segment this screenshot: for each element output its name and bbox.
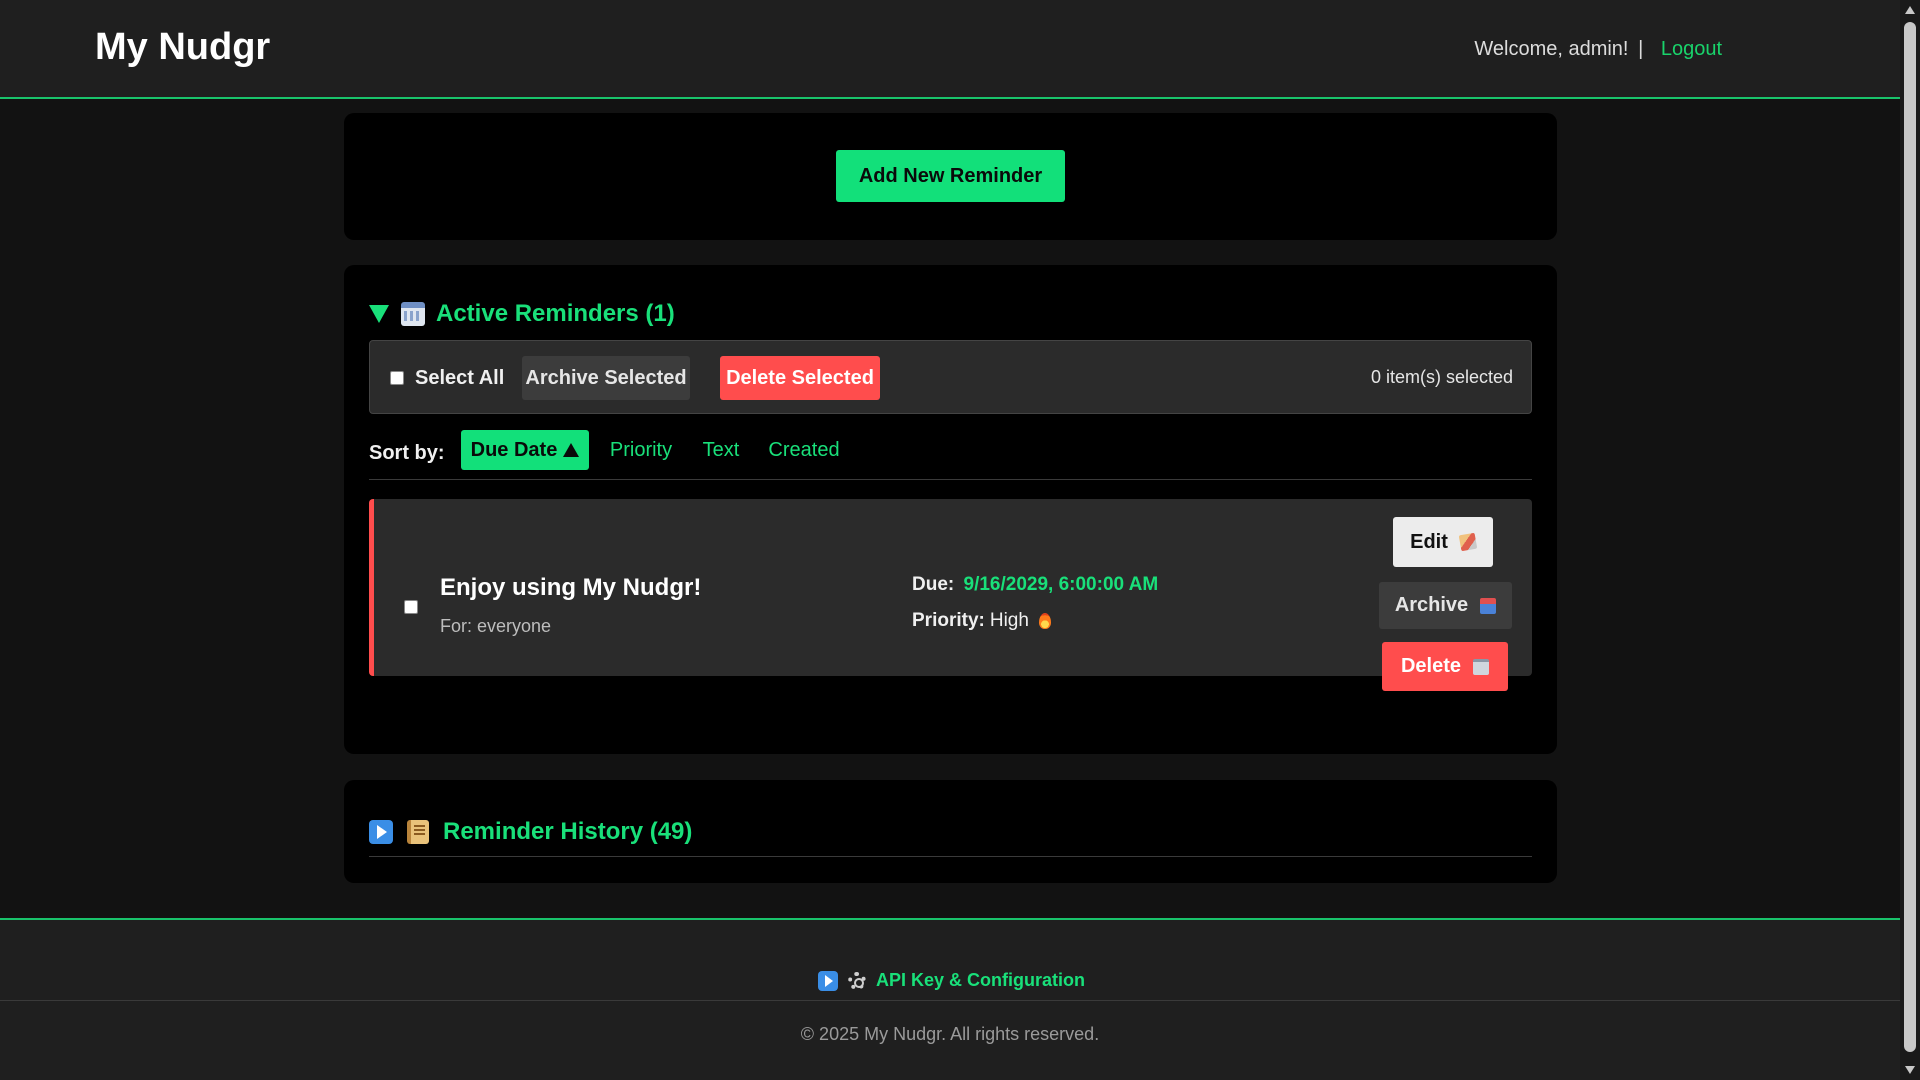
priority-label: Priority: [912, 610, 985, 631]
sort-ascending-icon [563, 443, 580, 457]
play-icon [818, 970, 838, 991]
fire-icon [1038, 613, 1051, 629]
archive-selected-button[interactable]: Archive Selected [522, 356, 690, 400]
archive-button-label: Archive [1394, 594, 1469, 616]
scroll-down-icon[interactable] [1905, 1066, 1915, 1074]
sort-due-date-button[interactable]: Due Date [461, 430, 589, 470]
brand-title: My Nudgr [95, 26, 271, 68]
select-all-checkbox[interactable] [390, 371, 404, 385]
outbox-icon [1480, 597, 1497, 614]
delete-selected-button[interactable]: Delete Selected [720, 356, 880, 400]
edit-button-label: Edit [1410, 530, 1448, 553]
bulk-actions-bar: Select All Archive Selected Delete Selec… [369, 340, 1532, 414]
reminder-checkbox[interactable] [404, 600, 418, 614]
sort-due-date-label: Due Date [470, 438, 558, 461]
active-reminders-title: Active Reminders (1) [436, 300, 675, 327]
history-divider [369, 856, 1532, 857]
welcome-separator: | [1638, 38, 1644, 60]
active-reminders-card: Active Reminders (1) Select All Archive … [344, 265, 1557, 754]
due-label: Due: [912, 574, 955, 595]
app-viewport: My Nudgr Welcome, admin! | Logout Add Ne… [0, 0, 1920, 1080]
top-header: My Nudgr Welcome, admin! | Logout [0, 0, 1900, 99]
footer: © 2025 My Nudgr. All rights reserved. [0, 1001, 1900, 1080]
delete-button-label: Delete [1400, 655, 1462, 677]
api-config-toggle[interactable]: API Key & Configuration [818, 970, 1085, 991]
pencil-icon [1458, 532, 1478, 552]
sort-label: Sort by: [369, 442, 445, 464]
edit-button[interactable]: Edit [1393, 517, 1493, 567]
caret-down-icon [369, 305, 389, 323]
active-reminders-toggle[interactable]: Active Reminders (1) [369, 300, 675, 328]
sort-created-button[interactable]: Created [761, 430, 847, 470]
reminder-priority: Priority: High [912, 610, 1051, 632]
sort-priority-button[interactable]: Priority [601, 430, 681, 470]
priority-value: High [989, 610, 1029, 631]
scrollbar-thumb[interactable] [1904, 22, 1916, 1052]
logout-link[interactable]: Logout [1661, 38, 1722, 60]
add-reminder-card: Add New Reminder [344, 113, 1557, 240]
delete-button[interactable]: Delete [1382, 642, 1508, 691]
selected-count-text: 0 item(s) selected [1370, 367, 1513, 387]
reminder-history-toggle[interactable]: Reminder History (49) [369, 818, 692, 846]
reminder-due: Due: 9/16/2029, 6:00:00 AM [912, 574, 1158, 596]
gear-icon [848, 971, 866, 990]
reminder-audience: For: everyone [440, 616, 552, 636]
welcome-text: Welcome, admin! [1474, 38, 1629, 60]
reminder-title: Enjoy using My Nudgr! [440, 574, 702, 601]
sort-text-button[interactable]: Text [695, 430, 747, 470]
trash-icon [1473, 658, 1490, 675]
copyright-text: © 2025 My Nudgr. All rights reserved. [800, 1024, 1100, 1044]
scroll-icon [407, 820, 429, 844]
archive-button[interactable]: Archive [1379, 582, 1512, 629]
add-new-reminder-button[interactable]: Add New Reminder [836, 150, 1065, 202]
sort-bar: Sort by: Due Date Priority Text Created [369, 430, 1532, 480]
api-config-label: API Key & Configuration [876, 970, 1086, 990]
vertical-scrollbar[interactable] [1900, 0, 1920, 1080]
due-value: 9/16/2029, 6:00:00 AM [963, 574, 1159, 595]
footer-config-area: API Key & Configuration [0, 918, 1900, 1001]
welcome-area: Welcome, admin! | Logout [1474, 38, 1722, 61]
reminder-history-card: Reminder History (49) [344, 780, 1557, 883]
scroll-up-icon[interactable] [1905, 6, 1915, 14]
select-all-label[interactable]: Select All [415, 367, 504, 390]
play-icon [369, 820, 393, 844]
calendar-icon [401, 302, 425, 326]
reminder-history-title: Reminder History (49) [443, 818, 693, 845]
reminder-item: Enjoy using My Nudgr! For: everyone Due:… [369, 499, 1532, 691]
